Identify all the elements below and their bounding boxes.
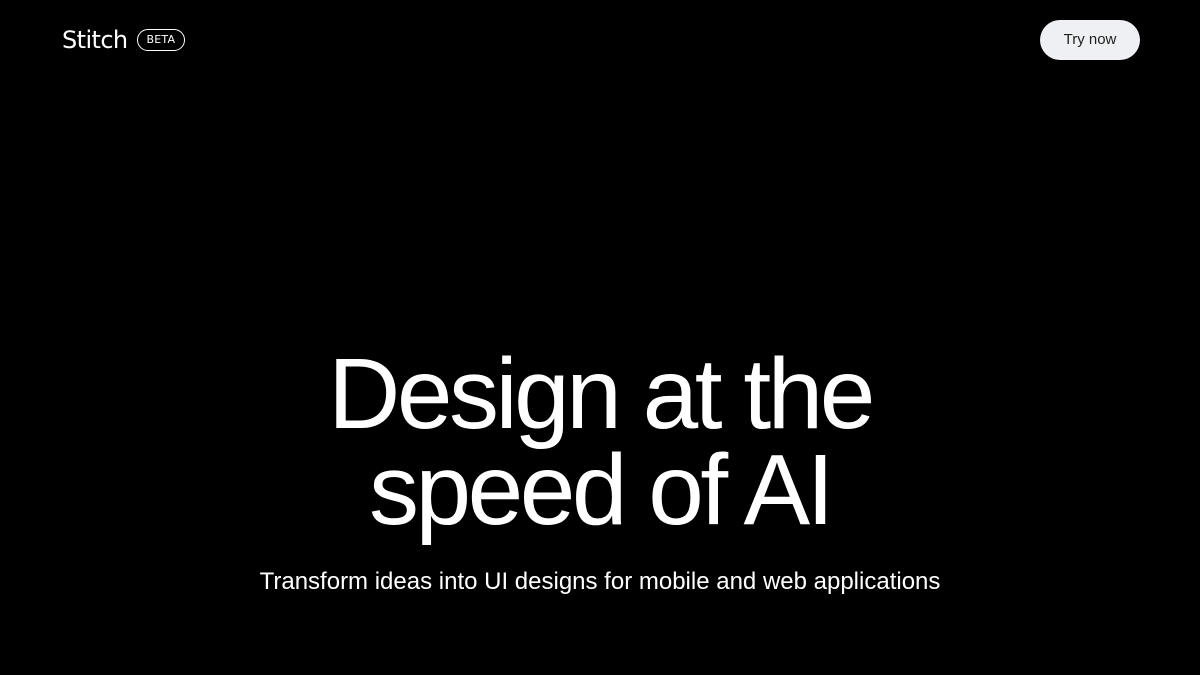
stitch-logo[interactable]: Stitch	[62, 24, 128, 56]
hero-title-line-2: speed of AI	[369, 434, 834, 546]
beta-badge: BETA	[136, 29, 186, 51]
hero-title: Design at the speed of AI	[0, 338, 1200, 546]
hero-subtitle: Transform ideas into UI designs for mobi…	[259, 568, 941, 595]
landing-page: Stitch BETA Try now Design at the speed …	[0, 0, 1200, 675]
brand[interactable]: Stitch BETA	[62, 24, 186, 56]
try-now-button[interactable]: Try now	[1040, 20, 1140, 60]
hero-title-line-1: Design at the	[328, 338, 875, 450]
